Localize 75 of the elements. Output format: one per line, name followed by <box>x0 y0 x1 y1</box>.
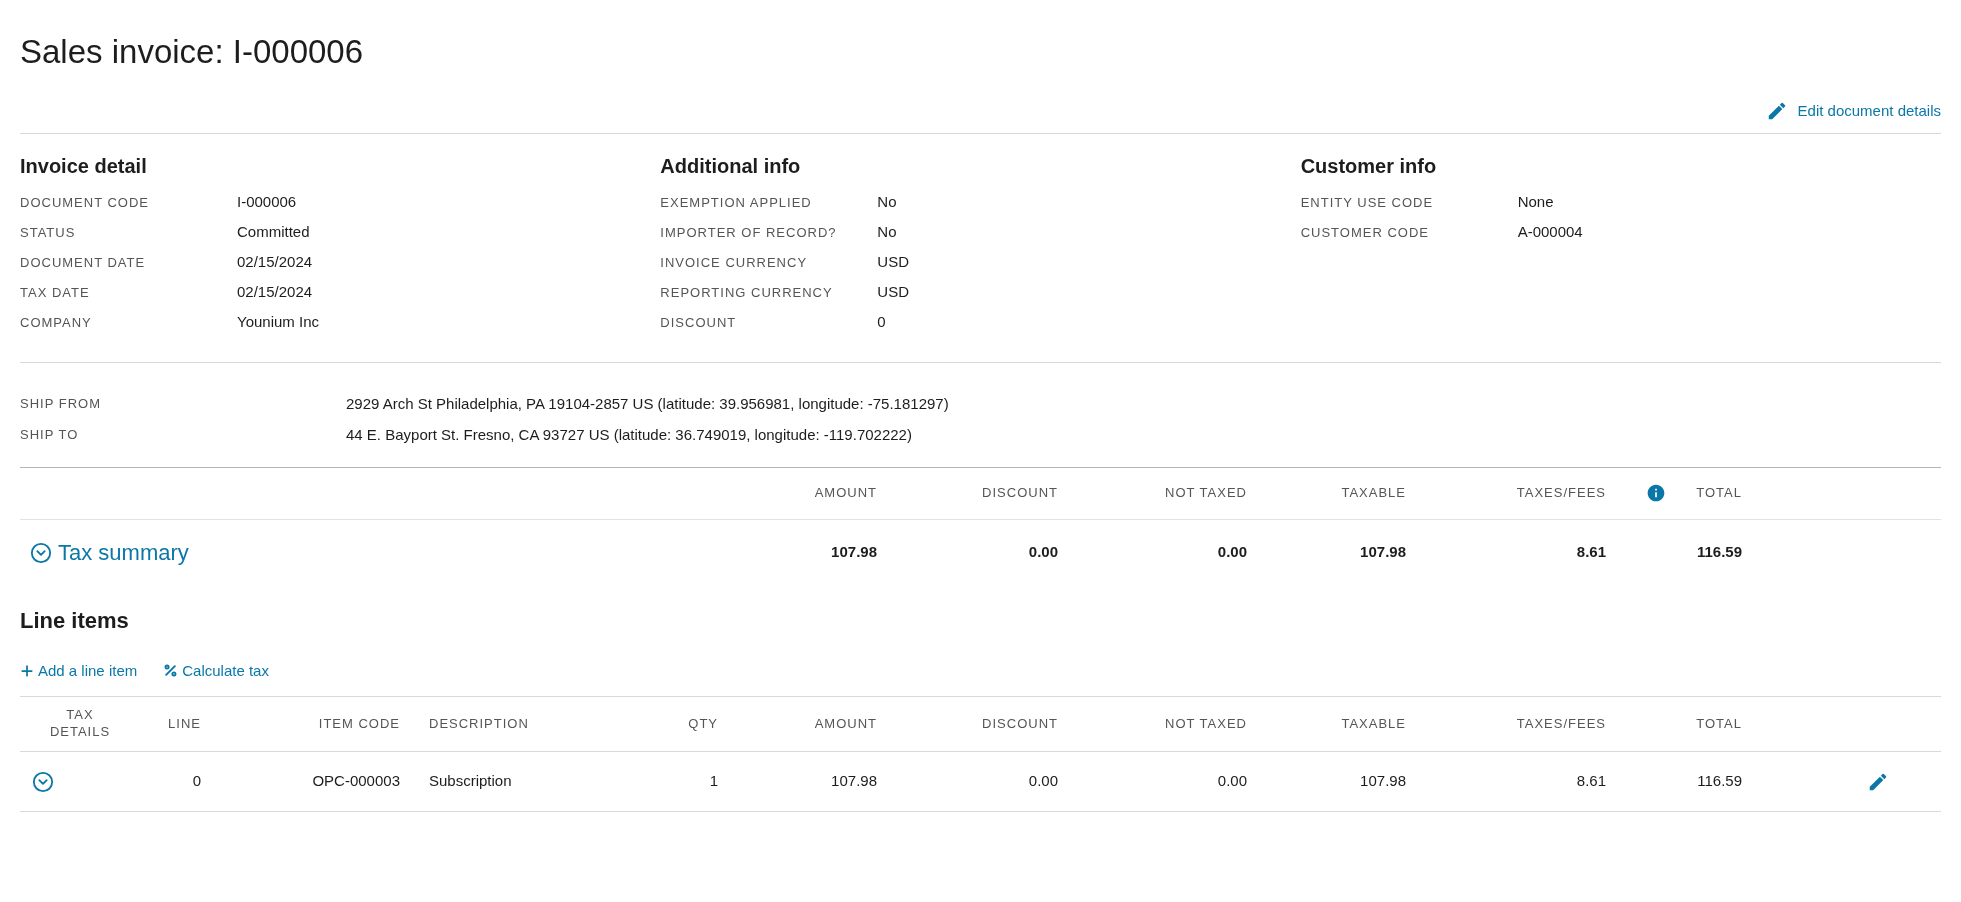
field-label: IMPORTER OF RECORD? <box>660 223 838 242</box>
column-header: TAXABLE <box>1341 716 1406 732</box>
section-heading: Additional info <box>660 153 802 179</box>
field-value: 0 <box>877 312 886 333</box>
column-header: ITEM CODE <box>318 716 400 732</box>
field-value: 44 E. Bayport St. Fresno, CA 93727 US (latitude: 36.749019, longitude: -119.702222) <box>346 424 912 445</box>
column-header: TOTAL <box>1696 716 1742 732</box>
percent-icon <box>163 663 179 679</box>
column-header: AMOUNT <box>814 484 877 503</box>
field-value: Committed <box>237 222 310 243</box>
field-label: SHIP FROM <box>20 395 102 414</box>
tax-summary-toggle[interactable]: Tax summary <box>30 536 189 569</box>
field-label: DOCUMENT CODE <box>20 193 151 212</box>
page-title: Sales invoice: I-000006 <box>20 32 365 72</box>
field-value: USD <box>877 252 909 273</box>
info-icon[interactable] <box>1646 483 1666 503</box>
field-value: USD <box>877 282 909 303</box>
table-cell: 1 <box>709 772 718 790</box>
summary-value: 107.98 <box>1360 543 1406 561</box>
column-header: TOTAL <box>1696 484 1742 503</box>
field-value: 02/15/2024 <box>237 282 313 303</box>
column-header: DISCOUNT <box>982 484 1058 503</box>
column-header: TAXES/FEES <box>1516 484 1606 503</box>
field-value: 02/15/2024 <box>237 252 313 273</box>
calculate-tax-link[interactable]: Calculate tax <box>163 659 269 682</box>
table-cell: 107.98 <box>831 772 877 790</box>
section-heading: Invoice detail <box>20 153 148 179</box>
table-cell: 107.98 <box>1360 772 1406 790</box>
section-heading: Customer info <box>1300 153 1438 179</box>
summary-value: 0.00 <box>1028 543 1058 561</box>
field-label: REPORTING CURRENCY <box>660 283 834 302</box>
column-header: TAXABLE <box>1341 484 1406 503</box>
section-heading: Line items <box>20 606 130 635</box>
table-cell: 0.00 <box>1028 772 1058 790</box>
field-label: TAX DATE <box>20 283 91 302</box>
column-header: TAX DETAILS <box>48 706 112 741</box>
field-value: I-000006 <box>237 192 297 213</box>
summary-value: 116.59 <box>1696 543 1742 561</box>
field-value: None <box>1517 192 1554 213</box>
add-line-item-link[interactable]: Add a line item <box>20 659 138 682</box>
column-header: DISCOUNT <box>982 716 1058 732</box>
column-header: TAXES/FEES <box>1516 716 1606 732</box>
field-label: CUSTOMER CODE <box>1300 223 1430 242</box>
table-cell: 0.00 <box>1217 772 1247 790</box>
field-value: 2929 Arch St Philadelphia, PA 19104-2857 US (latitude: 39.956981, longitude: -75.181297) <box>346 393 949 414</box>
table-cell: 8.61 <box>1576 772 1606 790</box>
column-header: QTY <box>688 716 718 732</box>
field-label: STATUS <box>20 223 77 242</box>
column-header: DESCRIPTION <box>429 716 529 732</box>
column-header: NOT TAXED <box>1165 716 1247 732</box>
column-header: NOT TAXED <box>1165 484 1247 503</box>
plus-icon <box>20 663 34 678</box>
field-value: No <box>877 222 897 243</box>
table-cell: OPC-000003 <box>312 772 400 790</box>
field-label: INVOICE CURRENCY <box>660 253 809 272</box>
field-label: EXEMPTION APPLIED <box>660 193 813 212</box>
summary-value: 8.61 <box>1576 543 1606 561</box>
chevron-down-icon <box>30 541 52 564</box>
edit-document-details-link[interactable]: Edit document details <box>1765 100 1941 123</box>
summary-value: 0.00 <box>1217 543 1247 561</box>
table-cell: 0 <box>192 772 201 790</box>
field-label: SHIP TO <box>20 426 80 445</box>
field-label: DOCUMENT DATE <box>20 253 147 272</box>
table-cell: Subscription <box>429 772 512 790</box>
field-value: A-000004 <box>1517 222 1583 243</box>
field-value: Younium Inc <box>237 312 319 333</box>
field-label: DISCOUNT <box>660 313 738 332</box>
expand-tax-details-button[interactable] <box>32 770 54 793</box>
column-header: AMOUNT <box>814 716 877 732</box>
field-value: No <box>877 192 897 213</box>
field-label: ENTITY USE CODE <box>1300 193 1435 212</box>
table-cell: 116.59 <box>1697 772 1742 790</box>
column-header: LINE <box>168 716 201 732</box>
field-label: COMPANY <box>20 313 93 332</box>
summary-value: 107.98 <box>831 543 877 561</box>
